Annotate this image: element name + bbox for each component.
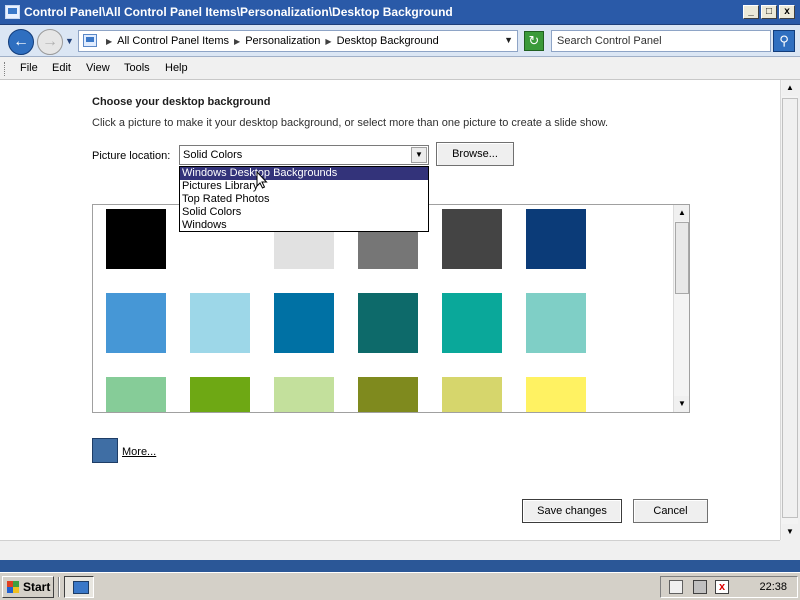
title-bar: Control Panel\All Control Panel Items\Pe… <box>0 0 800 25</box>
dropdown-option[interactable]: Pictures Library <box>180 180 428 193</box>
color-swatch[interactable] <box>526 209 586 269</box>
picture-location-value: Solid Colors <box>183 149 243 161</box>
dropdown-option[interactable]: Solid Colors <box>180 206 428 219</box>
scroll-up-icon[interactable]: ▲ <box>782 80 798 96</box>
more-link[interactable]: More... <box>122 446 156 458</box>
color-swatch[interactable] <box>358 377 418 412</box>
control-panel-window: Control Panel\All Control Panel Items\Pe… <box>0 0 800 560</box>
status-strip <box>0 540 780 558</box>
refresh-button[interactable]: ↻ <box>524 31 544 51</box>
system-tray: x 22:38 <box>660 576 798 598</box>
taskbar-divider <box>58 577 60 597</box>
scroll-down-icon[interactable]: ▼ <box>782 524 798 540</box>
color-swatch[interactable] <box>190 377 250 412</box>
search-box[interactable] <box>551 30 771 52</box>
swatch-scrollbar[interactable]: ▲ ▼ <box>673 205 689 412</box>
breadcrumb: ▶ All Control Panel Items ▶ Personalization… <box>101 35 439 47</box>
color-swatch[interactable] <box>106 377 166 412</box>
recent-pages-dropdown-icon[interactable]: ▼ <box>65 36 74 46</box>
color-swatch[interactable] <box>274 293 334 353</box>
back-button[interactable]: ← <box>8 29 34 55</box>
color-swatch[interactable] <box>526 293 586 353</box>
toolbar-grip <box>4 62 7 76</box>
taskbar-control-panel-button[interactable] <box>64 576 94 598</box>
window-title: Control Panel\All Control Panel Items\Pe… <box>24 5 453 19</box>
breadcrumb-item[interactable]: All Control Panel Items <box>117 35 229 47</box>
address-bar: ← → ▼ ▶ All Control Panel Items ▶ Personali… <box>0 25 800 57</box>
close-button[interactable]: x <box>779 5 795 19</box>
dropdown-option[interactable]: Windows <box>180 219 428 232</box>
search-icon[interactable]: ⚲ <box>773 30 795 52</box>
instructions-text: Click a picture to make it your desktop … <box>92 117 609 129</box>
browse-button[interactable]: Browse... <box>436 142 514 166</box>
address-field[interactable]: ▶ All Control Panel Items ▶ Personalization… <box>78 30 518 52</box>
picture-location-select[interactable]: Solid Colors ▼ <box>179 145 429 165</box>
menu-tools[interactable]: Tools <box>124 62 150 74</box>
color-swatch[interactable] <box>442 293 502 353</box>
taskbar: Start x 22:38 <box>0 572 800 600</box>
control-panel-icon <box>83 34 97 47</box>
resize-corner[interactable] <box>780 540 800 558</box>
color-swatch[interactable] <box>526 377 586 412</box>
color-swatch[interactable] <box>274 377 334 412</box>
scroll-down-icon[interactable]: ▼ <box>674 396 689 412</box>
address-dropdown-icon[interactable]: ▼ <box>504 35 513 45</box>
start-button[interactable]: Start <box>2 576 54 598</box>
windows-logo-icon <box>7 581 19 593</box>
breadcrumb-item[interactable]: Personalization <box>245 35 320 47</box>
color-swatch[interactable] <box>106 293 166 353</box>
menu-edit[interactable]: Edit <box>52 62 71 74</box>
menu-help[interactable]: Help <box>165 62 188 74</box>
minimize-button[interactable]: _ <box>743 5 759 19</box>
search-input[interactable] <box>557 32 767 50</box>
menu-view[interactable]: View <box>86 62 110 74</box>
network-icon[interactable] <box>693 580 707 594</box>
background-swatch-grid: ▲ ▼ <box>92 204 690 413</box>
breadcrumb-item[interactable]: Desktop Background <box>337 35 439 47</box>
cancel-button[interactable]: Cancel <box>633 499 708 523</box>
mouse-cursor-icon <box>256 171 268 189</box>
menu-bar: File Edit View Tools Help <box>0 58 800 80</box>
scroll-up-icon[interactable]: ▲ <box>674 205 689 221</box>
save-changes-button[interactable]: Save changes <box>522 499 622 523</box>
color-swatch[interactable] <box>358 293 418 353</box>
start-label: Start <box>23 580 51 594</box>
clock[interactable]: 22:38 <box>759 581 787 593</box>
dropdown-option[interactable]: Windows Desktop Backgrounds <box>180 167 428 180</box>
chevron-right-icon[interactable]: ▶ <box>325 37 331 46</box>
volume-muted-icon[interactable]: x <box>715 580 729 594</box>
chevron-right-icon[interactable]: ▶ <box>106 37 112 46</box>
color-swatch[interactable] <box>190 293 250 353</box>
color-swatch[interactable] <box>106 209 166 269</box>
maximize-button[interactable]: □ <box>761 5 777 19</box>
notes-icon[interactable] <box>669 580 683 594</box>
page-scrollbar[interactable]: ▲ ▼ <box>780 80 798 540</box>
scroll-thumb[interactable] <box>782 98 798 518</box>
picture-location-list: Windows Desktop Backgrounds Pictures Lib… <box>179 166 429 232</box>
more-color-swatch[interactable] <box>92 438 118 463</box>
scroll-thumb[interactable] <box>675 222 689 294</box>
menu-file[interactable]: File <box>20 62 38 74</box>
color-swatch[interactable] <box>442 377 502 412</box>
chevron-down-icon[interactable]: ▼ <box>411 147 427 163</box>
control-panel-icon <box>5 5 20 19</box>
picture-location-label: Picture location: <box>92 150 171 162</box>
dropdown-option[interactable]: Top Rated Photos <box>180 193 428 206</box>
forward-button[interactable]: → <box>37 29 63 55</box>
page-title: Choose your desktop background <box>92 96 271 108</box>
color-swatch[interactable] <box>442 209 502 269</box>
chevron-right-icon[interactable]: ▶ <box>234 37 240 46</box>
